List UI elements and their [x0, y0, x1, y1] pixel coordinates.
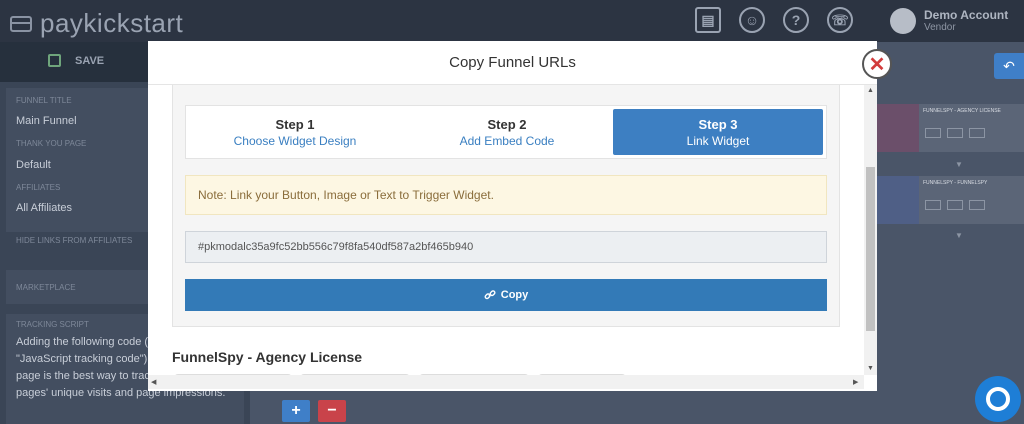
step-subtitle: Link Widget [686, 134, 750, 148]
step-title: Step 2 [487, 117, 527, 132]
hide-links-label: HIDE LINKS FROM AFFILIATES [16, 236, 133, 245]
modal-body: Step 1 Choose Widget Design Step 2 Add E… [148, 85, 877, 375]
copy-button[interactable]: Copy [185, 279, 827, 311]
page-thumbnail [877, 176, 919, 224]
scroll-thumb[interactable] [866, 167, 875, 331]
undo-icon[interactable]: ↶ [994, 53, 1024, 79]
step-subtitle: Choose Widget Design [233, 134, 357, 148]
step-subtitle: Add Embed Code [459, 134, 555, 148]
account-role: Vendor [924, 22, 956, 33]
thank-you-label: THANK YOU PAGE [16, 139, 87, 148]
chevron-down-icon: ▼ [955, 231, 963, 240]
link-icon[interactable] [969, 128, 985, 138]
wizard-steps: Step 1 Choose Widget Design Step 2 Add E… [185, 105, 827, 159]
funnel-title-value[interactable]: Main Funnel [16, 115, 77, 127]
link-icon[interactable] [969, 200, 985, 210]
settings-icon[interactable] [947, 128, 963, 138]
copy-label: Copy [500, 289, 529, 301]
vertical-scrollbar[interactable]: ▲ ▼ [864, 85, 877, 375]
store-icon[interactable]: ▤ [695, 7, 721, 33]
affiliates-label: AFFILIATES [16, 183, 61, 192]
funnel-step-card[interactable]: FUNNELSPY - FUNNELSPY [877, 176, 1024, 224]
question-icon[interactable]: ? [783, 7, 809, 33]
widget-setup-box: Step 1 Choose Widget Design Step 2 Add E… [172, 85, 840, 327]
copy-funnel-urls-modal: Copy Funnel URLs Step 1 Choose Widget De… [148, 41, 877, 391]
horizontal-scrollbar[interactable]: ◀ ▶ [148, 375, 864, 389]
funnel-step-title: FUNNELSPY - FUNNELSPY [923, 180, 988, 186]
funnel-step-title: FUNNELSPY - AGENCY LICENSE [923, 108, 1001, 114]
scroll-up-icon[interactable]: ▲ [867, 87, 874, 94]
thank-you-value[interactable]: Default [16, 159, 51, 171]
top-icons: ▤ ☺ ? ☏ [695, 7, 853, 33]
brand-name: paykickstart [40, 8, 184, 38]
floppy-icon [48, 54, 61, 67]
scroll-down-icon[interactable]: ▼ [867, 365, 874, 372]
step-title: Step 3 [698, 117, 738, 132]
page-thumbnail [877, 104, 919, 152]
chevron-down-icon: ▼ [955, 160, 963, 169]
link-icon [484, 290, 496, 300]
scroll-left-icon[interactable]: ◀ [151, 378, 156, 386]
avatar [890, 8, 916, 34]
step-title: Step 1 [275, 117, 315, 132]
funnel-step-card[interactable]: FUNNELSPY - AGENCY LICENSE [877, 104, 1024, 152]
account-menu[interactable]: Demo Account Vendor [890, 8, 1008, 34]
section-title: FunnelSpy - Agency License [172, 349, 363, 365]
marketplace-label: MARKETPLACE [16, 283, 76, 292]
affiliates-value[interactable]: All Affiliates [16, 202, 72, 214]
tab-step-1[interactable]: Step 1 Choose Widget Design [190, 109, 400, 155]
save-button[interactable]: SAVE [75, 55, 104, 67]
edit-icon[interactable] [925, 128, 941, 138]
remove-step-button[interactable]: − [318, 400, 346, 422]
user-icon[interactable]: ☺ [739, 7, 765, 33]
add-step-button[interactable]: + [282, 400, 310, 422]
top-navbar: paykickstart ▤ ☺ ? ☏ Demo Account Vendor [0, 0, 1024, 42]
tab-step-3[interactable]: Step 3 Link Widget [613, 109, 823, 155]
support-icon[interactable]: ☏ [827, 7, 853, 33]
tab-step-2[interactable]: Step 2 Add Embed Code [402, 109, 612, 155]
lifebuoy-icon[interactable] [975, 376, 1021, 422]
close-icon[interactable]: ✕ [862, 49, 892, 79]
modal-title: Copy Funnel URLs [449, 54, 576, 71]
funnel-title-label: FUNNEL TITLE [16, 96, 72, 105]
account-name: Demo Account [924, 8, 1009, 22]
widget-code-field[interactable]: #pkmodalc35a9fc52bb556c79f8fa540df587a2b… [185, 231, 827, 263]
modal-header: Copy Funnel URLs [148, 41, 877, 85]
tracking-label: TRACKING SCRIPT [16, 320, 89, 329]
scroll-right-icon[interactable]: ▶ [853, 378, 858, 386]
card-icon [10, 15, 32, 32]
brand-logo[interactable]: paykickstart [10, 8, 183, 39]
edit-icon[interactable] [925, 200, 941, 210]
info-note: Note: Link your Button, Image or Text to… [185, 175, 827, 215]
settings-icon[interactable] [947, 200, 963, 210]
